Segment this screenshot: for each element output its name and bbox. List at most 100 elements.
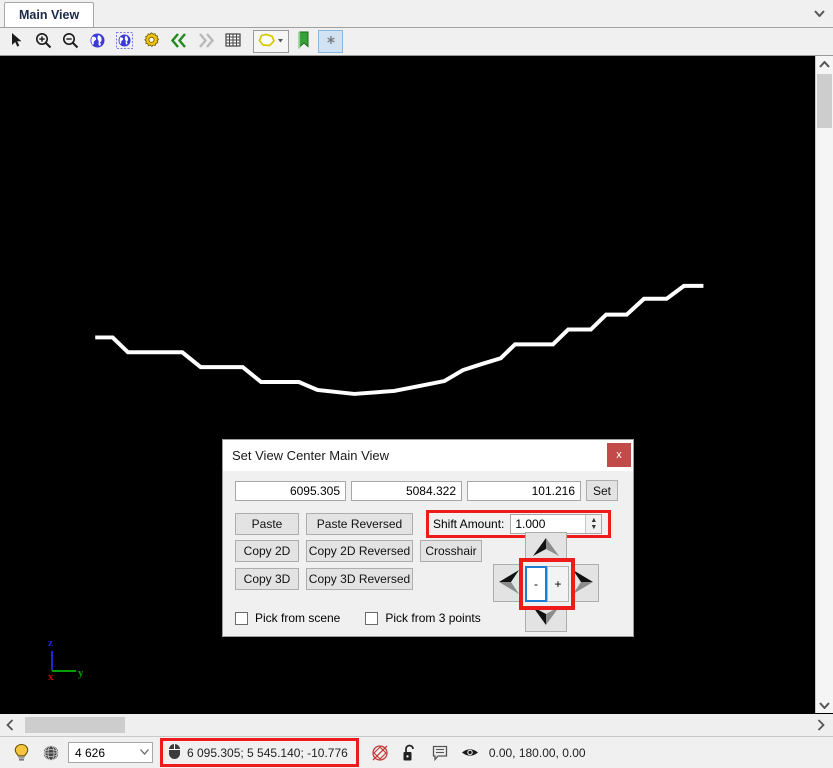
cursor-coordinates-highlight: 6 095.305; 5 545.140; -10.776	[160, 738, 359, 767]
copy-2d-button-label: Copy 2D	[243, 544, 291, 558]
copy-2d-reversed-button-label: Copy 2D Reversed	[308, 544, 411, 558]
zoom-step-highlight: - +	[519, 558, 575, 610]
horizontal-scrollbar-thumb[interactable]	[25, 717, 125, 733]
shift-amount-spin-arrows[interactable]: ▲ ▼	[585, 515, 602, 533]
3d-viewport[interactable]: z y x Set View Center Main View x 6095.3…	[0, 56, 815, 713]
asterisk-tool[interactable]	[318, 30, 343, 53]
axis-label-x: x	[48, 671, 54, 683]
zoom-in-icon	[35, 32, 52, 52]
increase-button[interactable]: +	[547, 566, 569, 602]
zoom-out-tool[interactable]	[58, 30, 83, 53]
application-window: Main View z y x Set View Center Main Vie…	[0, 0, 833, 768]
chevron-down-icon[interactable]	[140, 748, 149, 757]
tab-main-view-label: Main View	[19, 8, 80, 22]
lasso-polygon-dropdown-icon	[256, 32, 286, 52]
double-chevron-right-icon	[197, 32, 215, 51]
lock-open-icon[interactable]	[395, 740, 425, 766]
x-coordinate-input[interactable]: 6095.305	[235, 480, 346, 501]
vertical-scrollbar[interactable]	[815, 56, 833, 713]
chevron-down-icon[interactable]	[816, 697, 833, 713]
status-bar: 4 626 6 095.305; 5 545.140; -10.776 0.00…	[0, 736, 833, 768]
note-icon[interactable]	[425, 740, 455, 766]
asterisk-icon	[325, 34, 337, 49]
grid-tool[interactable]	[220, 30, 245, 53]
paste-button-label: Paste	[251, 517, 283, 531]
globe-selected-icon	[116, 31, 133, 52]
dialog-title-bar[interactable]: Set View Center Main View x	[223, 440, 633, 471]
zoom-out-icon	[62, 32, 79, 52]
arrow-up-icon	[531, 537, 561, 560]
arrow-right-icon	[572, 568, 594, 599]
chevron-up-icon[interactable]	[816, 56, 833, 72]
copy-3d-button[interactable]: Copy 3D	[235, 568, 299, 590]
viewport-area: z y x Set View Center Main View x 6095.3…	[0, 56, 833, 713]
pick-from-3-points-checkbox[interactable]	[365, 611, 379, 625]
vertical-scrollbar-thumb[interactable]	[817, 74, 832, 128]
chevron-right-icon[interactable]	[811, 714, 831, 736]
crosshair-button-label: Crosshair	[425, 544, 477, 558]
decrease-button[interactable]: -	[525, 566, 547, 602]
pick-from-scene-checkbox[interactable]	[235, 611, 248, 625]
green-bookmark-icon	[297, 31, 311, 52]
z-coordinate-value: 101.216	[531, 483, 575, 498]
copy-3d-button-label: Copy 3D	[243, 572, 291, 586]
shift-amount-spinner[interactable]: 1.000 ▲ ▼	[510, 514, 603, 534]
z-coordinate-input[interactable]: 101.216	[467, 480, 581, 501]
copy-2d-button[interactable]: Copy 2D	[235, 540, 299, 562]
tab-strip: Main View	[0, 0, 833, 28]
arrow-left-icon	[498, 568, 520, 599]
settings-tool[interactable]	[139, 30, 164, 53]
chevron-left-icon[interactable]	[0, 714, 20, 736]
crosshair-red-icon[interactable]	[365, 740, 395, 766]
mouse-icon	[168, 743, 181, 763]
set-button-label: Set	[592, 483, 611, 498]
previous-view-tool[interactable]	[166, 30, 191, 53]
pick-from-scene-label: Pick from scene	[255, 611, 341, 625]
set-view-center-dialog: Set View Center Main View x 6095.305 508…	[222, 439, 634, 637]
globe-select-tool[interactable]	[112, 30, 137, 53]
point-count-combo[interactable]: 4 626	[68, 742, 153, 763]
close-icon[interactable]: x	[607, 443, 631, 467]
vertical-scrollbar-track[interactable]	[816, 72, 833, 697]
globe-view-tool[interactable]	[85, 30, 110, 53]
zoom-in-tool[interactable]	[31, 30, 56, 53]
direction-pad: - +	[493, 532, 605, 632]
eye-icon[interactable]	[455, 740, 485, 766]
shift-amount-label: Shift Amount:	[433, 517, 505, 531]
close-label: x	[616, 449, 622, 461]
cursor-coordinates-value: 6 095.305; 5 545.140; -10.776	[187, 745, 348, 760]
spin-down-icon[interactable]: ▼	[590, 524, 597, 531]
crosshair-button[interactable]: Crosshair	[420, 540, 482, 562]
lightbulb-icon[interactable]	[6, 740, 36, 766]
copy-2d-reversed-button[interactable]: Copy 2D Reversed	[306, 540, 413, 562]
profile-polyline	[95, 283, 704, 396]
view-angles-value: 0.00, 180.00, 0.00	[488, 745, 586, 760]
coordinate-row: 6095.305 5084.322 101.216 Set	[235, 480, 621, 501]
paste-reversed-button[interactable]: Paste Reversed	[306, 513, 413, 535]
shift-amount-value: 1.000	[515, 517, 546, 531]
select-tool[interactable]	[4, 30, 29, 53]
next-view-tool[interactable]	[193, 30, 218, 53]
increase-button-label: +	[554, 577, 562, 591]
horizontal-scrollbar[interactable]	[0, 713, 833, 736]
axis-label-z: z	[48, 637, 53, 649]
bookmark-tool[interactable]	[291, 30, 316, 53]
double-chevron-left-icon	[170, 32, 188, 51]
paste-reversed-button-label: Paste Reversed	[316, 517, 403, 531]
decrease-button-label: -	[534, 577, 538, 591]
copy-3d-reversed-button[interactable]: Copy 3D Reversed	[306, 568, 413, 590]
y-coordinate-value: 5084.322	[405, 483, 456, 498]
axis-gizmo: z y x	[44, 637, 104, 691]
selection-shape-tool[interactable]	[253, 30, 289, 53]
x-coordinate-value: 6095.305	[289, 483, 340, 498]
dialog-title-label: Set View Center Main View	[232, 448, 390, 463]
chevron-down-icon[interactable]	[813, 7, 825, 19]
set-button[interactable]: Set	[586, 480, 618, 501]
paste-button[interactable]: Paste	[235, 513, 299, 535]
globe-wireframe-icon[interactable]	[36, 740, 66, 766]
tab-main-view[interactable]: Main View	[4, 2, 95, 27]
spin-up-icon[interactable]: ▲	[590, 517, 597, 524]
y-coordinate-input[interactable]: 5084.322	[351, 480, 462, 501]
globe-icon	[89, 32, 106, 52]
grid-icon	[224, 32, 241, 51]
